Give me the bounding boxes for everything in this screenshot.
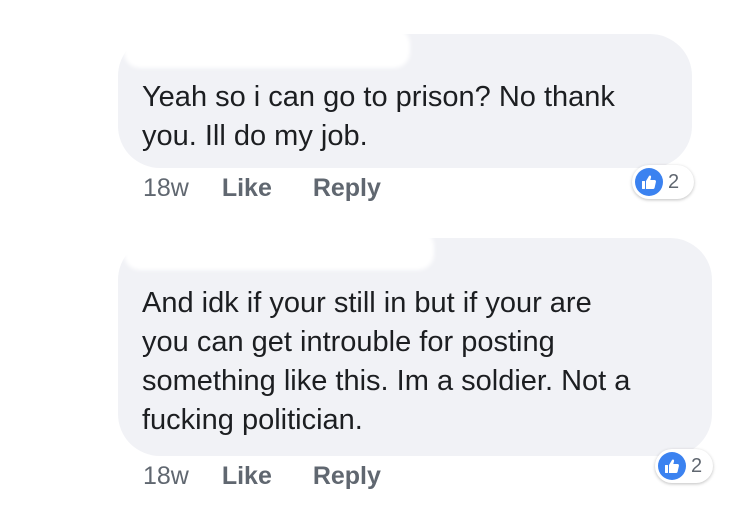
like-button[interactable]: Like (222, 462, 272, 490)
comment-timestamp[interactable]: 18w (143, 462, 189, 490)
reaction-summary[interactable]: 2 (655, 449, 713, 483)
reply-button[interactable]: Reply (313, 174, 381, 202)
reply-button[interactable]: Reply (313, 462, 381, 490)
comment-text: Yeah so i can go to prison? No thank you… (142, 81, 615, 152)
thumbs-up-icon (658, 452, 686, 480)
like-button[interactable]: Like (222, 174, 272, 202)
comment-text: And idk if your still in but if your are… (142, 287, 631, 436)
comment-bubble: Yeah so i can go to prison? No thank you… (118, 28, 692, 168)
comment-timestamp[interactable]: 18w (143, 174, 189, 202)
comment-actions: 18w Like Reply (143, 462, 415, 491)
redacted-author-name (124, 28, 410, 68)
thumbs-up-icon (635, 168, 663, 196)
reaction-count: 2 (668, 170, 680, 193)
comment-actions: 18w Like Reply (143, 174, 415, 203)
reaction-count: 2 (691, 454, 703, 477)
reaction-summary[interactable]: 2 (632, 165, 694, 199)
redacted-author-name (124, 230, 434, 270)
comment-bubble: And idk if your still in but if your are… (118, 230, 712, 456)
